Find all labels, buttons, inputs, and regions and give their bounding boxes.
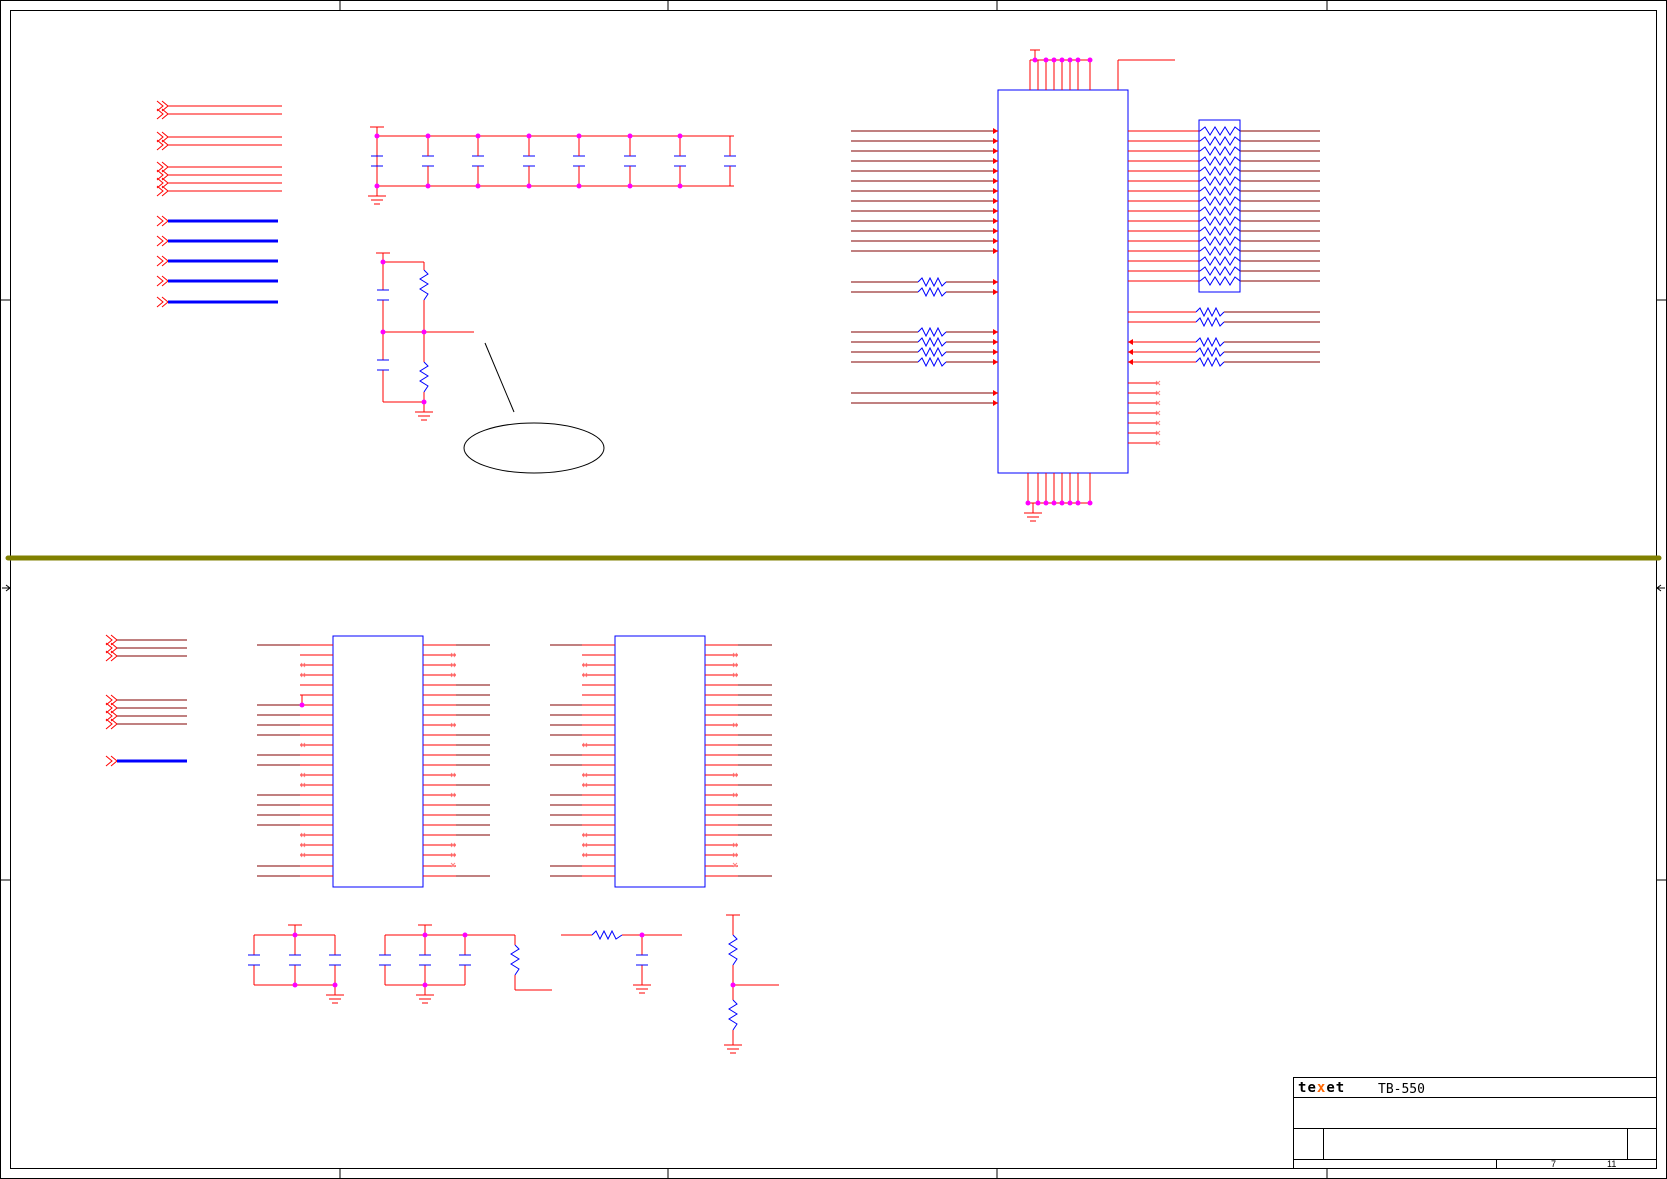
resistor-icon [1195, 126, 1241, 368]
sheet-total: 11 [1607, 1159, 1616, 1169]
pin-arrow-icon [1128, 339, 1133, 365]
decoupling-cap-bank-top [368, 126, 736, 205]
ground-symbol-icon [1024, 512, 1042, 522]
rc-filter [561, 929, 682, 994]
capacitor-icon [248, 954, 341, 966]
resistor-icon [510, 944, 520, 976]
ground-symbol-icon [415, 411, 433, 421]
border-arrow-left-icon [2, 584, 11, 592]
ground-symbol-icon [326, 994, 344, 1004]
resistor-icon [591, 929, 623, 941]
title-block: texet TB-550 7 11 [1293, 1077, 1657, 1169]
memory-chip-2 [550, 635, 772, 888]
border-arrow-right-icon [1656, 584, 1665, 592]
resistor-icon [917, 276, 947, 368]
capacitor-icon [636, 954, 648, 966]
ground-symbol-icon [633, 984, 651, 994]
model-name: TB-550 [1378, 1082, 1425, 1097]
port-group-bottom [105, 634, 187, 767]
decoupling-cap-group-2 [379, 924, 552, 1004]
capacitor-icon [379, 954, 471, 966]
bus-port-icon [105, 634, 118, 767]
schematic-sheet: texet TB-550 7 11 [0, 0, 1667, 1179]
svg-text:texet: texet [1298, 1080, 1345, 1096]
ground-symbol-icon [368, 195, 386, 205]
memory-chip-1 [257, 635, 490, 888]
pin-arrow-icon [993, 128, 998, 406]
bus-port-icon [156, 100, 169, 308]
sheet-number: 7 [1551, 1159, 1556, 1169]
voltage-divider-top [376, 252, 605, 474]
sheet-border [0, 0, 1667, 1179]
capacitor-icon [371, 155, 736, 167]
ground-symbol-icon [416, 994, 434, 1004]
company-logo: texet [1298, 1080, 1345, 1096]
annotation-ellipse [463, 422, 605, 474]
ground-symbol-icon [724, 1044, 742, 1054]
resistor-array [1198, 119, 1241, 293]
decoupling-cap-group-1 [248, 924, 344, 1004]
main-ic-top [851, 49, 1320, 522]
port-group-top [156, 100, 282, 308]
voltage-divider-bottom [724, 914, 779, 1054]
